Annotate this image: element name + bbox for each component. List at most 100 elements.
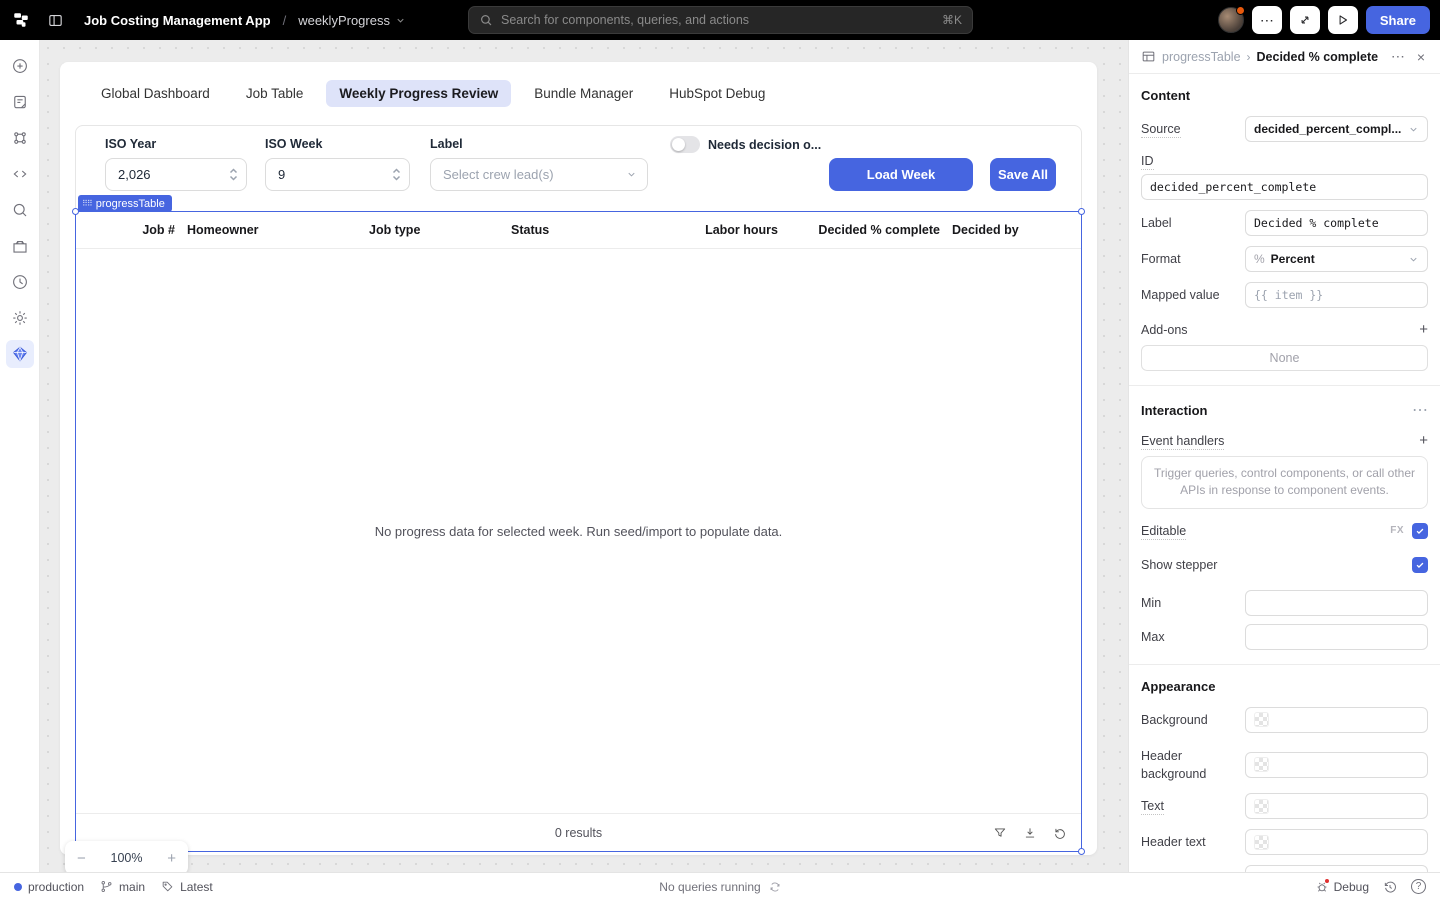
- show-stepper-checkbox[interactable]: [1412, 556, 1428, 573]
- save-all-button[interactable]: Save All: [990, 158, 1056, 191]
- page-name-menu[interactable]: weeklyProgress: [298, 13, 406, 28]
- header-text-label: Header text: [1141, 835, 1206, 850]
- mapped-value-label: Mapped value: [1141, 288, 1220, 302]
- mapped-value-input[interactable]: {{ item }}: [1245, 282, 1428, 308]
- text-color-input[interactable]: [1245, 793, 1428, 820]
- col-job-number[interactable]: Job #: [90, 223, 175, 237]
- preview-button[interactable]: [1327, 6, 1358, 34]
- pages-icon[interactable]: [6, 88, 34, 116]
- panel-layout-icon[interactable]: [42, 7, 68, 33]
- source-value: decided_percent_compl...: [1254, 122, 1402, 136]
- toolbox-icon[interactable]: [6, 232, 34, 260]
- search-icon: [481, 15, 492, 26]
- play-icon: [1339, 15, 1347, 25]
- ai-assistant-icon[interactable]: [5, 340, 34, 368]
- expand-button[interactable]: [1289, 6, 1320, 34]
- crew-select[interactable]: Select crew lead(s): [430, 158, 648, 191]
- table-header-row: Job # Homeowner Job type Status Labor ho…: [76, 212, 1081, 249]
- col-homeowner[interactable]: Homeowner: [187, 223, 357, 237]
- filter-icon[interactable]: [993, 826, 1007, 840]
- transparent-swatch-icon[interactable]: [1254, 834, 1269, 850]
- header-background-input[interactable]: [1245, 751, 1428, 778]
- table-empty-state: No progress data for selected week. Run …: [76, 249, 1081, 813]
- load-week-button[interactable]: Load Week: [829, 158, 973, 191]
- stepper-icon[interactable]: [392, 168, 401, 181]
- iso-week-input[interactable]: [265, 158, 410, 191]
- zoom-out-button[interactable]: −: [77, 850, 86, 867]
- app-title[interactable]: Job Costing Management App: [84, 13, 271, 28]
- share-button[interactable]: Share: [1365, 6, 1430, 34]
- iso-year-input[interactable]: [105, 158, 247, 191]
- inspector-close-button[interactable]: ×: [1414, 49, 1428, 65]
- editable-checkbox[interactable]: [1412, 522, 1428, 539]
- component-tag[interactable]: ⠿⠿ progressTable: [78, 195, 172, 212]
- code-icon[interactable]: [6, 160, 34, 188]
- components-icon[interactable]: [6, 124, 34, 152]
- drag-handle-icon[interactable]: ⠿⠿: [82, 199, 93, 208]
- canvas[interactable]: Global Dashboard Job Table Weekly Progre…: [40, 40, 1128, 872]
- transparent-swatch-icon[interactable]: [1254, 712, 1269, 728]
- transparent-swatch-icon[interactable]: [1254, 757, 1269, 773]
- chevron-down-icon: [1410, 257, 1417, 262]
- history-rail-icon[interactable]: [6, 268, 34, 296]
- col-decided-by[interactable]: Decided by: [952, 223, 1077, 237]
- fx-badge[interactable]: FX: [1390, 525, 1404, 536]
- more-options-button[interactable]: ⋯: [1251, 6, 1282, 34]
- refresh-icon[interactable]: [1053, 826, 1067, 840]
- iso-week-label: ISO Week: [265, 137, 323, 151]
- iso-week-value[interactable]: [278, 167, 392, 182]
- zoom-in-button[interactable]: +: [167, 850, 176, 867]
- min-input[interactable]: [1245, 589, 1428, 616]
- tab-bundle-manager[interactable]: Bundle Manager: [521, 80, 646, 107]
- topbar: Job Costing Management App / weeklyProgr…: [0, 0, 1440, 40]
- help-button[interactable]: ?: [1411, 879, 1426, 894]
- source-select[interactable]: decided_percent_compl...: [1245, 116, 1428, 142]
- col-decided-percent[interactable]: Decided % complete: [790, 223, 940, 237]
- col-job-type[interactable]: Job type: [369, 223, 499, 237]
- stepper-icon[interactable]: [229, 168, 238, 181]
- max-input[interactable]: [1245, 623, 1428, 650]
- search-rail-icon[interactable]: [6, 196, 34, 224]
- page-name: weeklyProgress: [298, 12, 390, 28]
- transparent-swatch-icon[interactable]: [1254, 798, 1269, 814]
- max-label: Max: [1141, 629, 1165, 644]
- col-status[interactable]: Status: [511, 223, 656, 237]
- inspector-more-button[interactable]: ⋯: [1388, 48, 1408, 65]
- download-icon[interactable]: [1023, 826, 1037, 840]
- settings-icon[interactable]: [6, 304, 34, 332]
- crew-placeholder: Select crew lead(s): [443, 167, 554, 182]
- addons-none: None: [1141, 345, 1428, 371]
- background-input[interactable]: [1245, 706, 1428, 733]
- content-heading: Content: [1141, 88, 1191, 103]
- breadcrumb-component[interactable]: progressTable: [1162, 50, 1241, 64]
- search-input[interactable]: [501, 13, 934, 27]
- user-avatar[interactable]: [1217, 6, 1245, 33]
- tab-weekly-progress-review[interactable]: Weekly Progress Review: [326, 80, 512, 107]
- header-text-input[interactable]: [1245, 829, 1428, 856]
- history-icon[interactable]: [1383, 880, 1397, 894]
- zoom-level[interactable]: 100%: [111, 851, 143, 865]
- left-rail: [0, 40, 40, 872]
- addons-add-button[interactable]: +: [1419, 322, 1428, 337]
- add-component-icon[interactable]: [6, 52, 34, 80]
- tab-job-table[interactable]: Job Table: [233, 80, 317, 107]
- tab-hubspot-debug[interactable]: HubSpot Debug: [656, 80, 778, 107]
- chevron-down-icon: [1410, 127, 1417, 132]
- progress-table[interactable]: Job # Homeowner Job type Status Labor ho…: [76, 212, 1081, 851]
- id-input[interactable]: decided_percent_complete: [1141, 174, 1428, 200]
- needs-decision-toggle[interactable]: [670, 136, 700, 153]
- section-content: Content Source decided_percent_compl... …: [1129, 74, 1440, 385]
- col-labor-hours[interactable]: Labor hours: [668, 223, 778, 237]
- iso-year-value[interactable]: [118, 167, 229, 182]
- event-handlers-add-button[interactable]: +: [1419, 433, 1428, 448]
- debug-button[interactable]: Debug: [1315, 877, 1369, 894]
- notation-select[interactable]: Standard(100.000): [1245, 865, 1428, 872]
- percent-icon: %: [1254, 252, 1265, 266]
- global-search[interactable]: ⌘K: [468, 6, 973, 34]
- interaction-heading: Interaction: [1141, 402, 1208, 418]
- format-select[interactable]: % Percent: [1245, 246, 1428, 272]
- label-input[interactable]: Decided % complete: [1245, 210, 1428, 236]
- tab-global-dashboard[interactable]: Global Dashboard: [88, 80, 223, 107]
- interaction-more-button[interactable]: ⋯: [1412, 400, 1428, 420]
- sync-icon[interactable]: [769, 881, 781, 893]
